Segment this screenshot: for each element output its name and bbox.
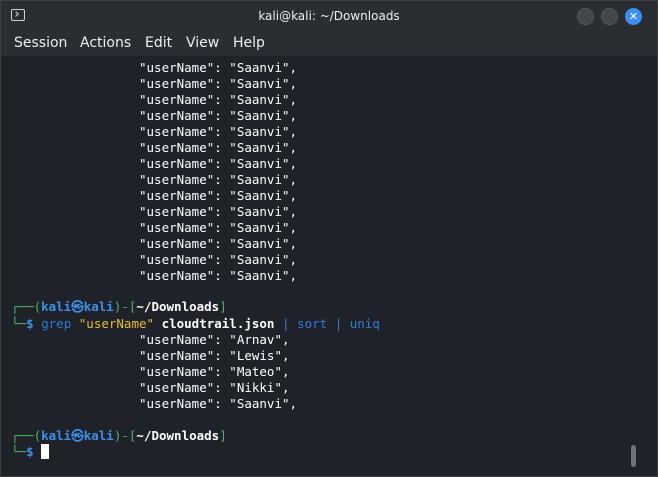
menu-view[interactable]: View [186,35,219,51]
output-line: "userName": "Saanvi", [139,268,298,283]
terminal-window: kali@kali: ~/Downloads ✕ Session Actions… [0,0,658,477]
window-title: kali@kali: ~/Downloads [258,9,400,23]
result-line: "userName": "Saanvi", [139,396,298,411]
close-button[interactable]: ✕ [625,8,642,25]
result-line: "userName": "Mateo", [139,364,290,379]
output-line: "userName": "Saanvi", [139,252,298,267]
scrollbar-handle[interactable] [631,445,636,467]
output-line: "userName": "Saanvi", [139,204,298,219]
input-line[interactable]: └─$ [11,444,50,460]
output-line: "userName": "Saanvi", [139,156,298,171]
output-line: "userName": "Saanvi", [139,124,298,139]
minimize-button[interactable] [577,8,594,25]
output-line: "userName": "Saanvi", [139,236,298,251]
result-line: "userName": "Lewis", [139,348,290,363]
text-cursor [41,444,50,459]
result-line: "userName": "Arnav", [139,332,290,347]
result-line: "userName": "Nikki", [139,380,290,395]
output-line: "userName": "Saanvi", [139,108,298,123]
command-line: └─$ grep "userName" cloudtrail.json | so… [11,316,380,331]
output-line: "userName": "Saanvi", [139,92,298,107]
output-line: "userName": "Saanvi", [139,60,298,75]
output-line: "userName": "Saanvi", [139,188,298,203]
title-bar[interactable]: kali@kali: ~/Downloads ✕ [1,1,657,32]
terminal-area[interactable]: "userName": "Saanvi", "userName": "Saanv… [1,56,657,476]
output-line: "userName": "Saanvi", [139,140,298,155]
menu-edit[interactable]: Edit [145,35,172,51]
output-line: "userName": "Saanvi", [139,220,298,235]
prompt-line: ┌──(kali㉿kali)-[~/Downloads] [11,299,227,314]
output-line: "userName": "Saanvi", [139,76,298,91]
menu-bar: Session Actions Edit View Help [1,32,657,56]
maximize-button[interactable] [601,8,618,25]
close-icon: ✕ [628,10,639,23]
menu-help[interactable]: Help [233,35,265,51]
menu-actions[interactable]: Actions [80,35,131,51]
menu-session[interactable]: Session [14,35,67,51]
prompt-line: ┌──(kali㉿kali)-[~/Downloads] [11,428,227,443]
output-line: "userName": "Saanvi", [139,172,298,187]
